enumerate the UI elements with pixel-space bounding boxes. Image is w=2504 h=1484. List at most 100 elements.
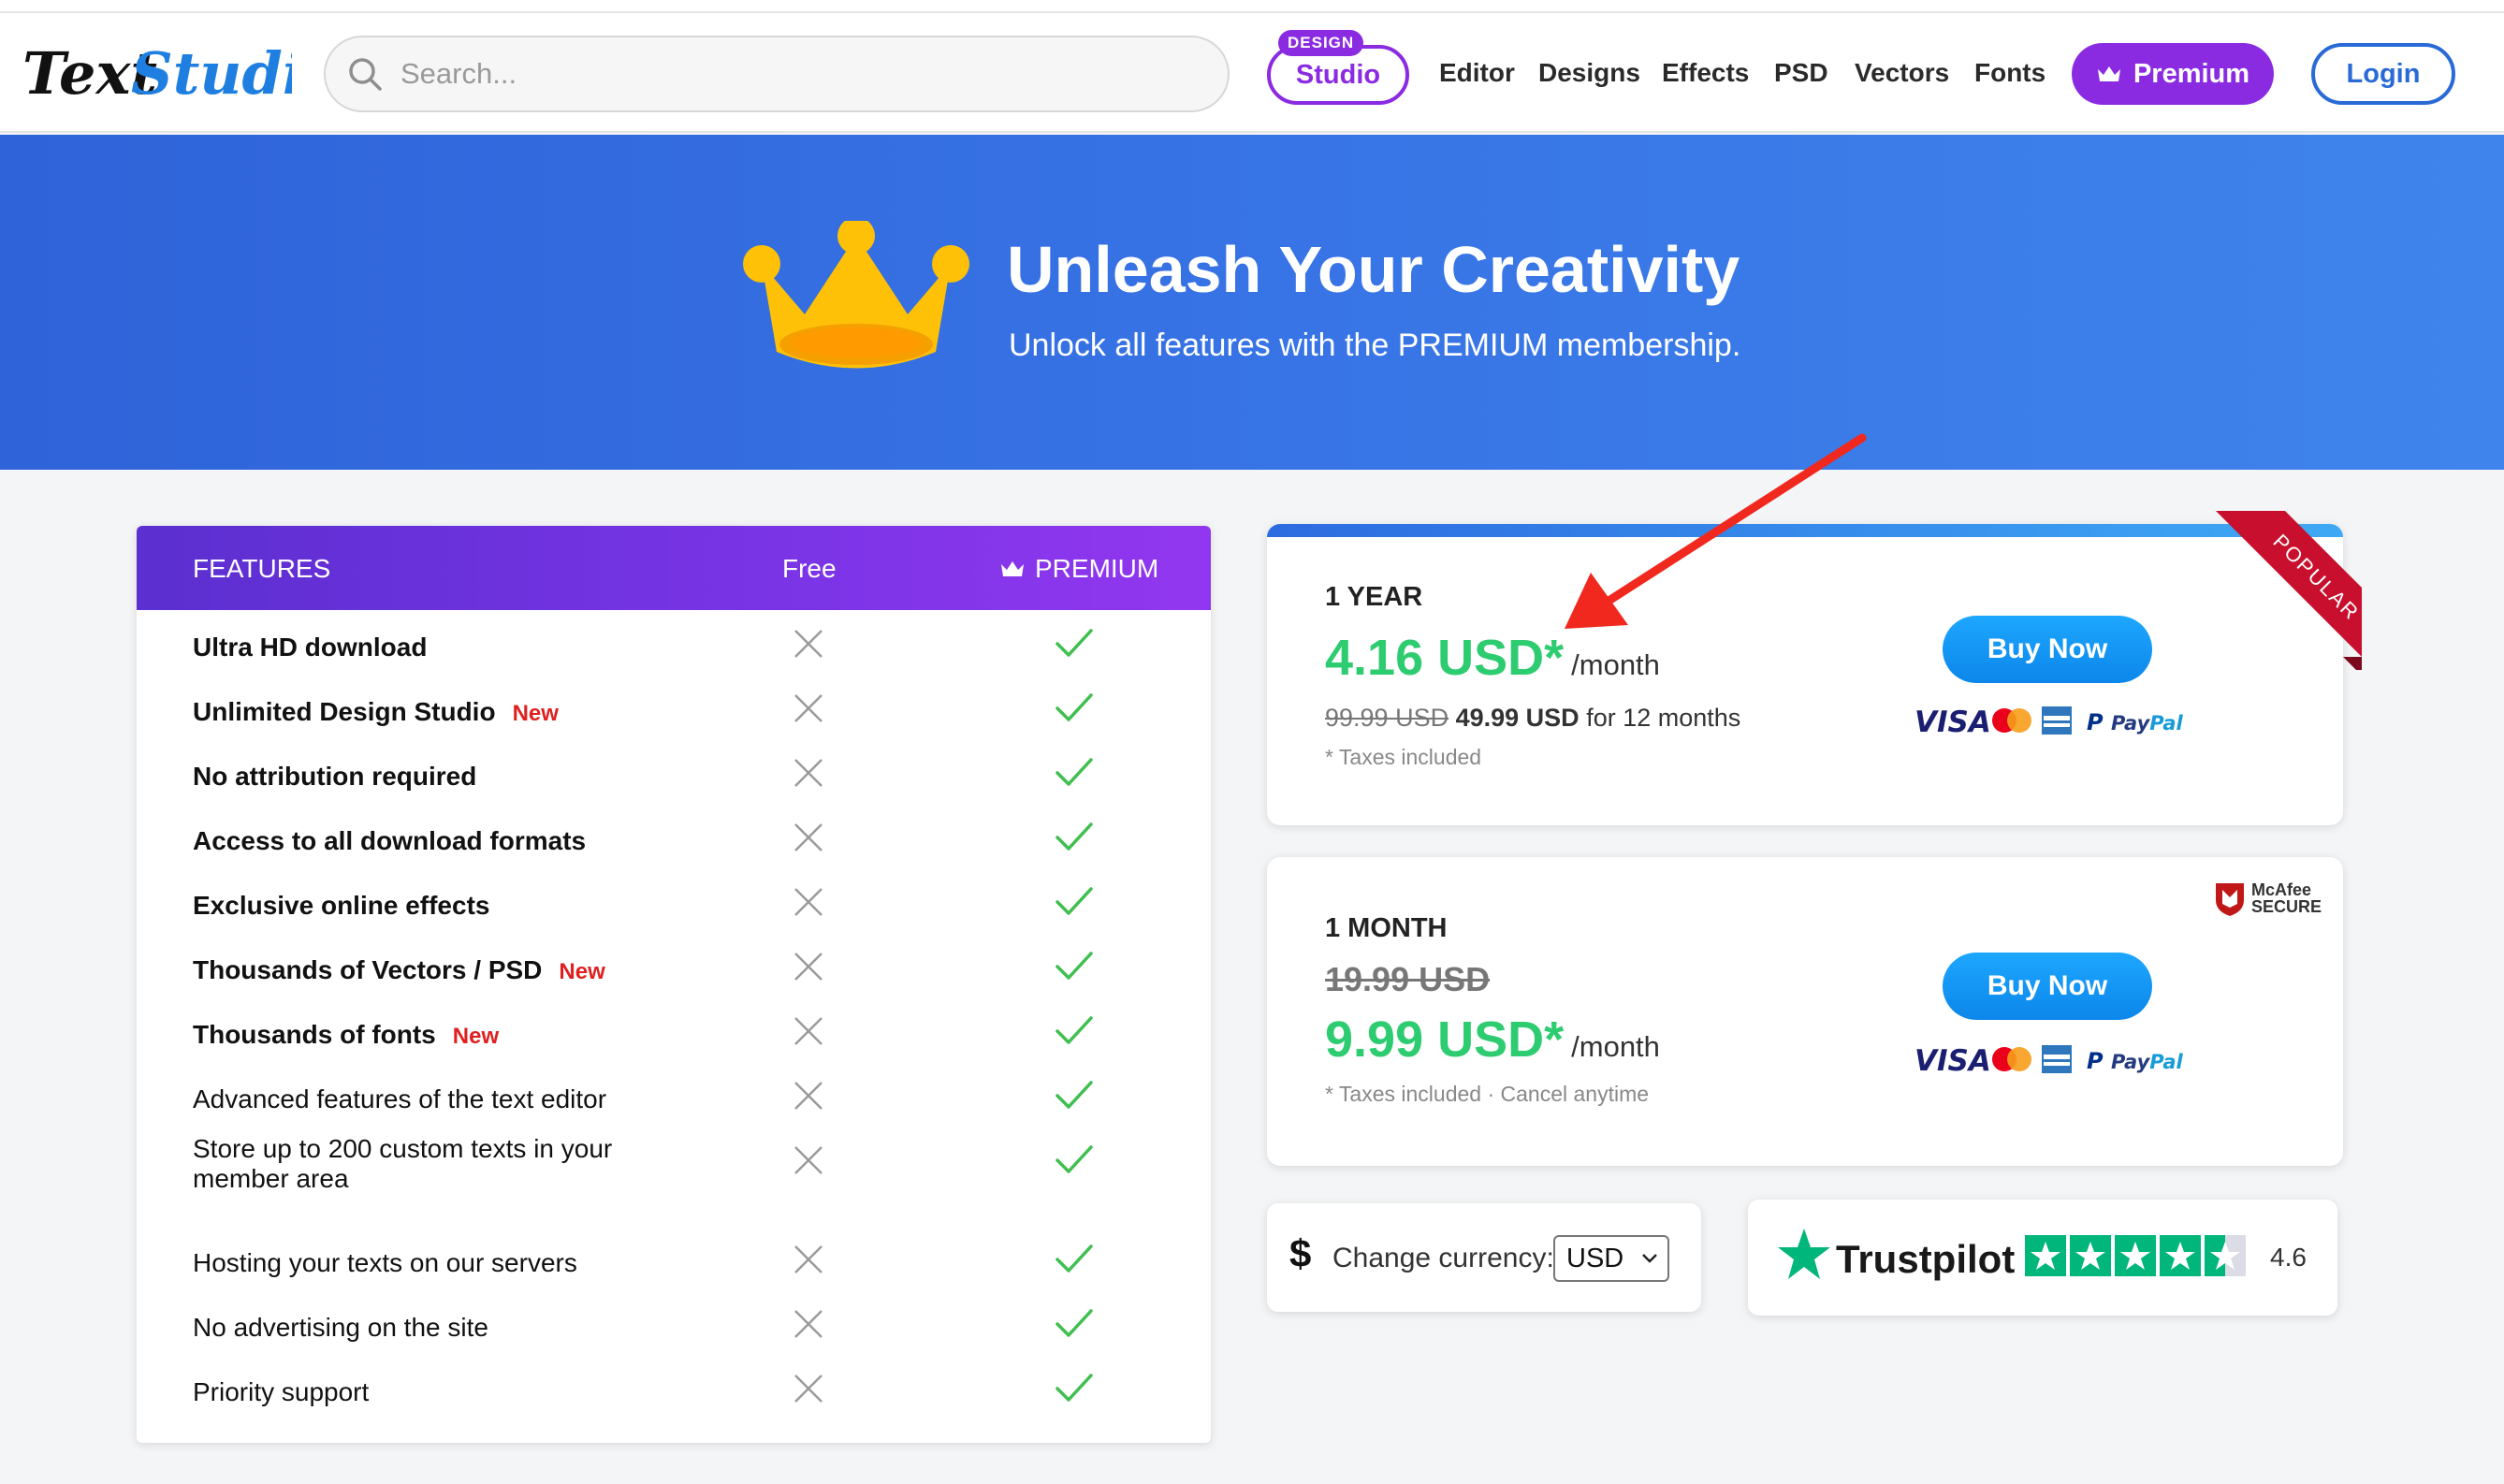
chevron-down-icon bbox=[1642, 1254, 1657, 1263]
star-icon bbox=[2025, 1235, 2066, 1276]
svg-text:P: P bbox=[2087, 1048, 2104, 1074]
trustpilot-stars bbox=[2025, 1235, 2246, 1276]
feature-label: Access to all download formats bbox=[193, 826, 586, 856]
price-breakdown: 99.99 USD 49.99 USD for 12 months bbox=[1325, 704, 1740, 733]
nav-designs[interactable]: Designs bbox=[1538, 58, 1640, 88]
feature-row: Exclusive online effects bbox=[137, 887, 1211, 951]
cross-icon bbox=[790, 1012, 827, 1050]
logo[interactable]: Text Studio bbox=[21, 36, 292, 116]
crown-icon bbox=[743, 221, 969, 369]
hero-title: Unleash Your Creativity bbox=[1007, 233, 1740, 306]
features-table: FEATURES Free PREMIUM Ultra HD download U… bbox=[137, 526, 1211, 1443]
payment-logos: VISA P PayPal bbox=[1914, 1040, 2195, 1078]
trustpilot-name: Trustpilot bbox=[1836, 1237, 2016, 1281]
buy-now-button[interactable]: Buy Now bbox=[1943, 616, 2152, 683]
feature-label-text: Store up to 200 custom texts in your bbox=[193, 1134, 613, 1163]
plan-title: 1 MONTH bbox=[1325, 913, 1448, 943]
feature-label: Ultra HD download bbox=[193, 633, 427, 662]
login-button[interactable]: Login bbox=[2311, 43, 2455, 105]
feature-row: Thousands of fonts New bbox=[137, 1016, 1211, 1080]
old-price: 99.99 USD bbox=[1325, 704, 1449, 732]
mcafee-line1: McAfee bbox=[2251, 880, 2312, 899]
currency-value: USD bbox=[1566, 1243, 1624, 1273]
feature-label-text: Access to all download formats bbox=[193, 826, 587, 855]
feature-label-text: No advertising on the site bbox=[193, 1313, 488, 1342]
check-icon bbox=[1054, 754, 1095, 792]
cross-icon bbox=[790, 1077, 827, 1114]
feature-label-text: Hosting your texts on our servers bbox=[193, 1248, 577, 1277]
features-header: FEATURES Free PREMIUM bbox=[137, 526, 1211, 610]
mastercard-icon bbox=[1992, 1047, 2031, 1071]
nav-psd[interactable]: PSD bbox=[1774, 58, 1828, 88]
premium-button[interactable]: Premium bbox=[2072, 43, 2274, 105]
star-icon bbox=[2070, 1235, 2111, 1276]
svg-text:VISA: VISA bbox=[1914, 706, 1991, 739]
paypal-icon: P PayPal bbox=[2087, 709, 2183, 735]
feature-label-text: Unlimited Design Studio bbox=[193, 697, 496, 726]
premium-col-label: PREMIUM bbox=[999, 554, 1158, 584]
cross-icon bbox=[790, 690, 827, 727]
feature-label-text: Advanced features of the text editor bbox=[193, 1084, 607, 1113]
svg-text:PayPal: PayPal bbox=[2111, 712, 2183, 735]
feature-row: No advertising on the site bbox=[137, 1309, 1211, 1373]
currency-selector-card: $ Change currency: USD bbox=[1267, 1203, 1701, 1312]
feature-label-text: Ultra HD download bbox=[193, 633, 428, 662]
nav-effects[interactable]: Effects bbox=[1662, 58, 1749, 88]
nav-editor[interactable]: Editor bbox=[1439, 58, 1515, 88]
feature-label: Thousands of fonts New bbox=[193, 1020, 499, 1050]
cross-icon bbox=[790, 1370, 827, 1407]
site-header: Text Studio Studio DESIGN Editor Designs… bbox=[0, 13, 2504, 133]
cross-icon bbox=[790, 948, 827, 985]
feature-label-text: Thousands of Vectors / PSD bbox=[193, 955, 543, 984]
trustpilot-card[interactable]: Trustpilot 4.6 bbox=[1748, 1200, 2337, 1316]
half-star-icon bbox=[2205, 1235, 2246, 1276]
currency-dropdown[interactable]: USD bbox=[1553, 1235, 1669, 1282]
new-badge: New bbox=[512, 701, 559, 726]
feature-row: No attribution required bbox=[137, 758, 1211, 822]
visa-icon: VISA bbox=[1914, 1044, 1991, 1078]
currency-label: Change currency: bbox=[1332, 1243, 1554, 1273]
hero-subtitle: Unlock all features with the PREMIUM mem… bbox=[1009, 327, 1741, 363]
period-text: for 12 months bbox=[1586, 704, 1741, 732]
new-badge: New bbox=[559, 959, 605, 984]
check-icon bbox=[1054, 819, 1095, 856]
feature-label: No attribution required bbox=[193, 762, 476, 792]
search-bar[interactable] bbox=[324, 36, 1230, 112]
nav-vectors[interactable]: Vectors bbox=[1855, 58, 1949, 88]
cross-icon bbox=[790, 625, 827, 662]
mastercard-icon bbox=[1992, 708, 2031, 733]
feature-label: Store up to 200 custom texts in your memb… bbox=[193, 1134, 612, 1194]
new-badge: New bbox=[452, 1024, 500, 1049]
cross-icon bbox=[790, 883, 827, 921]
check-icon bbox=[1054, 948, 1095, 985]
search-input[interactable] bbox=[400, 57, 1149, 91]
price-period: /month bbox=[1571, 648, 1660, 681]
cross-icon bbox=[790, 1142, 827, 1179]
svg-text:PayPal: PayPal bbox=[2111, 1051, 2183, 1073]
feature-label-text: Exclusive online effects bbox=[193, 891, 490, 920]
check-icon bbox=[1054, 1241, 1095, 1278]
buy-now-button[interactable]: Buy Now bbox=[1943, 953, 2152, 1020]
check-icon bbox=[1054, 1012, 1095, 1050]
premium-col-text: PREMIUM bbox=[1035, 554, 1159, 583]
feature-label: Unlimited Design Studio New bbox=[193, 697, 559, 727]
feature-row: Priority support bbox=[137, 1374, 1211, 1437]
feature-row: Thousands of Vectors / PSD New bbox=[137, 952, 1211, 1015]
svg-text:P: P bbox=[2087, 709, 2104, 735]
feature-row: Access to all download formats bbox=[137, 822, 1211, 886]
plan-card-month: 1 MONTH 19.99 USD 9.99 USD*/month * Taxe… bbox=[1267, 857, 2343, 1166]
mcafee-shield-icon bbox=[2216, 883, 2244, 916]
free-col-label: Free bbox=[782, 554, 837, 583]
new-total: 49.99 USD bbox=[1455, 704, 1580, 732]
feature-label: Hosting your texts on our servers bbox=[193, 1248, 577, 1278]
plan-card-year: 1 YEAR 4.16 USD*/month 99.99 USD 49.99 U… bbox=[1267, 511, 2362, 825]
nav-fonts[interactable]: Fonts bbox=[1974, 58, 2045, 88]
cross-icon bbox=[790, 754, 827, 792]
feature-label: Priority support bbox=[193, 1377, 369, 1407]
price-period: /month bbox=[1571, 1030, 1660, 1063]
design-badge: DESIGN bbox=[1278, 30, 1364, 56]
feature-label-text: No attribution required bbox=[193, 762, 477, 791]
feature-label: Exclusive online effects bbox=[193, 891, 489, 921]
top-border bbox=[0, 0, 2504, 13]
dollar-icon: $ bbox=[1289, 1231, 1312, 1275]
